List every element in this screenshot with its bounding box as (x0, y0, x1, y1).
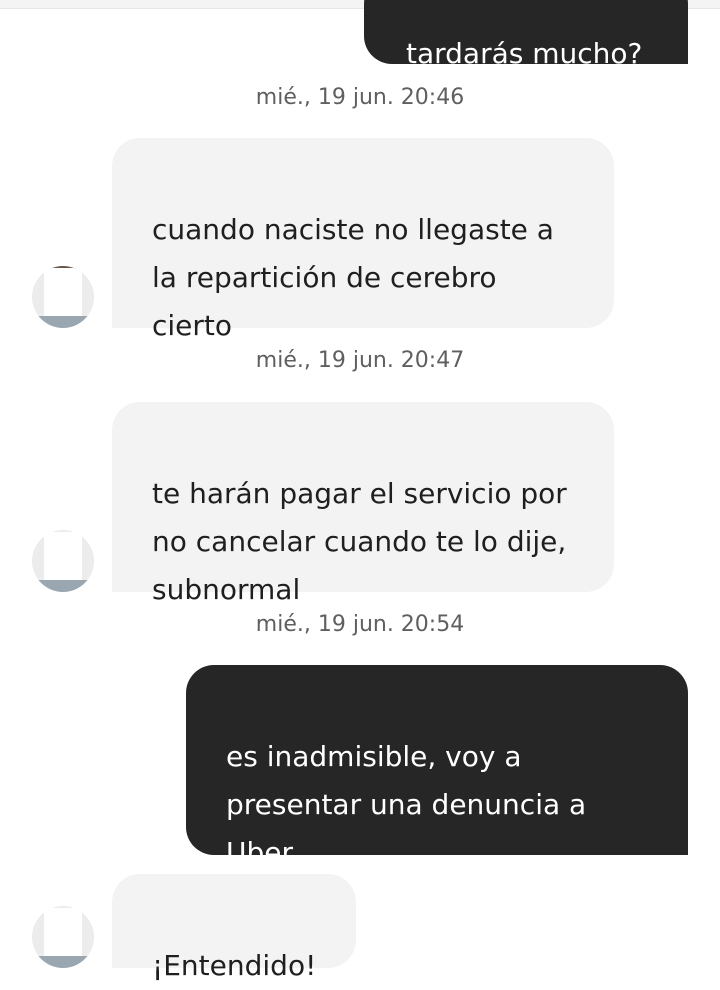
driver-avatar-icon (32, 906, 94, 968)
message-timestamp: mié., 19 jun. 20:54 (255, 612, 465, 637)
message-text: cuando naciste no llegaste a la repartic… (152, 213, 554, 342)
message-timestamp: mié., 19 jun. 20:46 (255, 85, 465, 110)
message-timestamp: mié., 19 jun. 20:47 (255, 348, 465, 373)
message-text: tardarás mucho? (406, 37, 643, 70)
driver-avatar-icon (32, 530, 94, 592)
message-text: te harán pagar el servicio por no cancel… (152, 477, 567, 606)
message-outgoing: es inadmisible, voy a presentar una denu… (186, 665, 688, 869)
message-text: ¡Entendido! (152, 949, 317, 982)
driver-avatar-icon (32, 266, 94, 328)
message-incoming: cuando naciste no llegaste a la repartic… (112, 138, 614, 342)
message-outgoing-partial: tardarás mucho? (364, 0, 688, 70)
message-text: es inadmisible, voy a presentar una denu… (226, 740, 587, 869)
message-incoming: te harán pagar el servicio por no cancel… (112, 402, 614, 606)
message-incoming: ¡Entendido! (112, 874, 356, 982)
